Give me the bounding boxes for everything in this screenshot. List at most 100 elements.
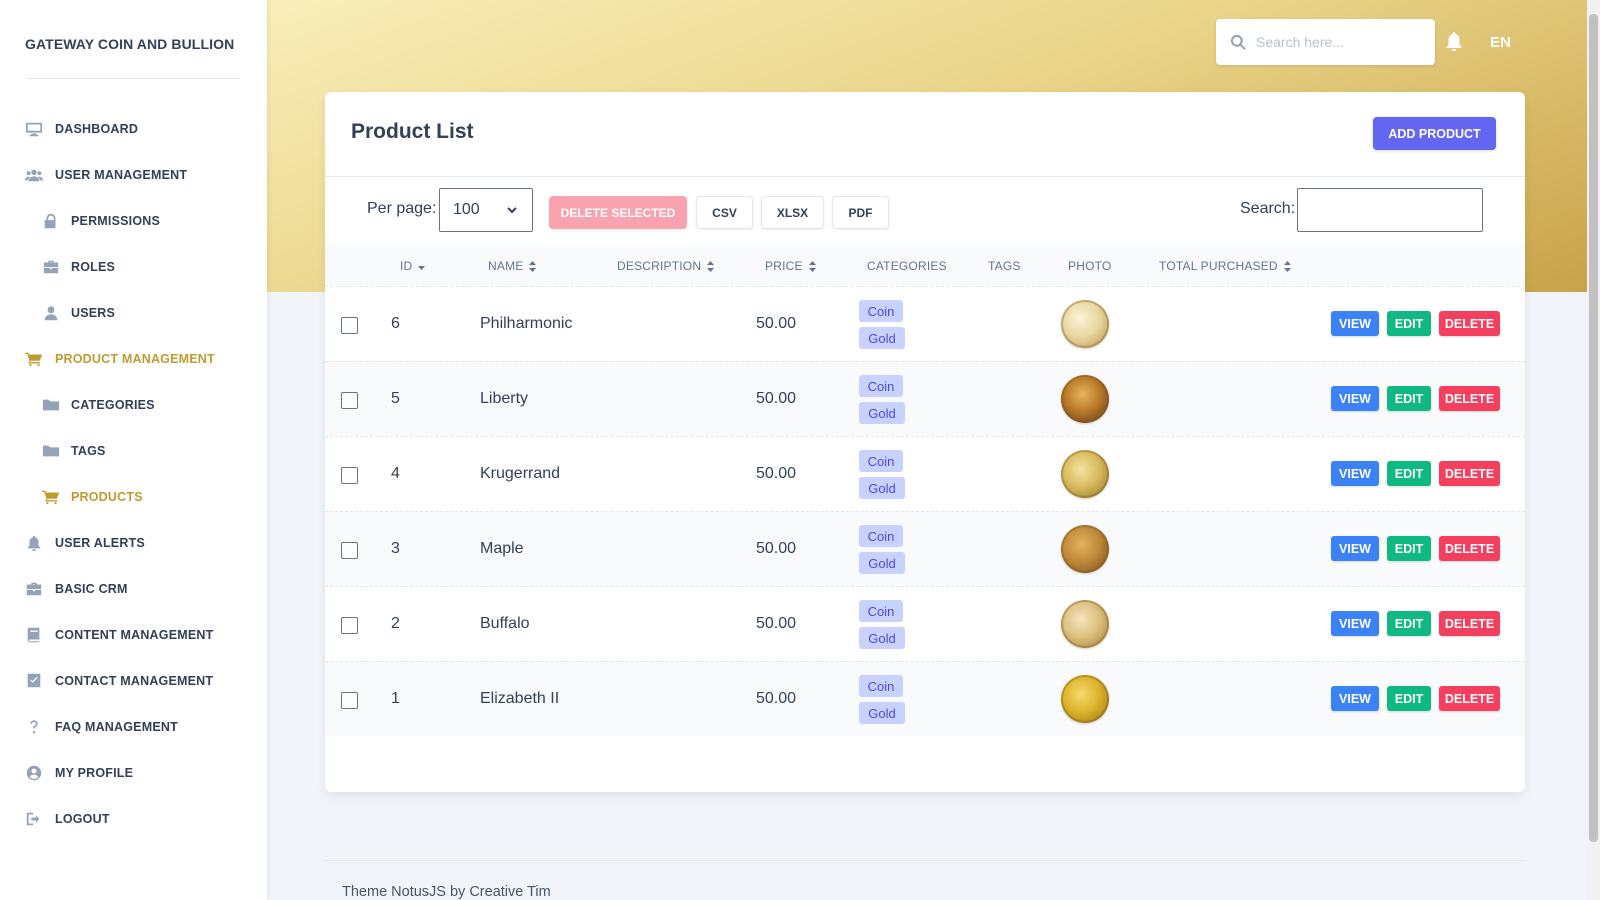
sidebar-item-label: USER MANAGEMENT — [55, 168, 188, 182]
category-badge: Coin — [859, 525, 903, 547]
sidebar-item-users[interactable]: USERS — [0, 290, 267, 336]
row-name: Liberty — [480, 390, 529, 407]
edit-button[interactable]: EDIT — [1387, 461, 1431, 486]
global-search-input[interactable] — [1256, 34, 1416, 50]
delete-button[interactable]: DELETE — [1439, 311, 1500, 336]
brand-title[interactable]: GATEWAY COIN AND BULLION — [25, 36, 234, 52]
row-checkbox[interactable] — [341, 317, 358, 334]
product-photo — [1061, 375, 1109, 423]
sidebar-item-label: CONTACT MANAGEMENT — [55, 674, 214, 688]
delete-selected-button[interactable]: DELETE SELECTED — [549, 196, 687, 229]
row-checkbox[interactable] — [341, 542, 358, 559]
delete-button[interactable]: DELETE — [1439, 461, 1500, 486]
edit-button[interactable]: EDIT — [1387, 311, 1431, 336]
row-price: 50.00 — [756, 615, 797, 632]
column-header-photo: PHOTO — [1068, 259, 1112, 273]
user-icon — [42, 304, 64, 322]
user-circle-icon — [25, 764, 47, 782]
sidebar-item-permissions[interactable]: PERMISSIONS — [0, 198, 267, 244]
view-button[interactable]: VIEW — [1331, 611, 1379, 636]
table-row: 1 Elizabeth II 50.00 Coin Gold VIEW EDIT… — [325, 661, 1525, 736]
delete-button[interactable]: DELETE — [1439, 611, 1500, 636]
global-search[interactable] — [1216, 19, 1435, 65]
product-photo — [1061, 450, 1109, 498]
folder-icon — [42, 442, 64, 460]
product-photo — [1061, 300, 1109, 348]
sidebar-item-label: CONTENT MANAGEMENT — [55, 628, 214, 642]
edit-button[interactable]: EDIT — [1387, 686, 1431, 711]
view-button[interactable]: VIEW — [1331, 686, 1379, 711]
delete-button[interactable]: DELETE — [1439, 386, 1500, 411]
delete-button[interactable]: DELETE — [1439, 686, 1500, 711]
briefcase-icon — [42, 258, 64, 276]
table-header: ID NAME DESCRIPTION PRICE CATEGORIES TAG… — [325, 244, 1525, 286]
table-search-input[interactable] — [1297, 188, 1483, 232]
sidebar-item-tags[interactable]: TAGS — [0, 428, 267, 474]
book-icon — [25, 626, 47, 644]
row-id: 2 — [391, 615, 400, 632]
category-badge: Coin — [859, 675, 903, 697]
sidebar-item-products[interactable]: PRODUCTS — [0, 474, 267, 520]
export-csv-button[interactable]: CSV — [696, 196, 753, 229]
view-button[interactable]: VIEW — [1331, 536, 1379, 561]
sidebar-item-label: DASHBOARD — [55, 122, 139, 136]
category-badge: Coin — [859, 375, 903, 397]
notifications-bell-icon[interactable] — [1445, 32, 1463, 52]
edit-button[interactable]: EDIT — [1387, 536, 1431, 561]
sidebar-item-content-management[interactable]: CONTENT MANAGEMENT — [0, 612, 267, 658]
export-xlsx-button[interactable]: XLSX — [761, 196, 824, 229]
sidebar-item-logout[interactable]: LOGOUT — [0, 796, 267, 842]
folder-icon — [42, 396, 64, 414]
sidebar-item-user-alerts[interactable]: USER ALERTS — [0, 520, 267, 566]
column-header-id[interactable]: ID — [400, 259, 426, 273]
sidebar-item-categories[interactable]: CATEGORIES — [0, 382, 267, 428]
category-badge: Gold — [859, 627, 905, 649]
search-icon — [1230, 34, 1246, 50]
add-product-button[interactable]: ADD PRODUCT — [1373, 117, 1496, 150]
category-badge: Coin — [859, 300, 903, 322]
row-name: Elizabeth II — [480, 690, 560, 707]
sidebar-item-label: ROLES — [71, 260, 116, 274]
sidebar-item-faq-management[interactable]: FAQ MANAGEMENT — [0, 704, 267, 750]
edit-button[interactable]: EDIT — [1387, 611, 1431, 636]
sidebar-item-product-management[interactable]: PRODUCT MANAGEMENT — [0, 336, 267, 382]
sidebar-item-label: PRODUCT MANAGEMENT — [55, 352, 215, 366]
view-button[interactable]: VIEW — [1331, 311, 1379, 336]
row-checkbox[interactable] — [341, 617, 358, 634]
sidebar-item-dashboard[interactable]: DASHBOARD — [0, 106, 267, 152]
row-checkbox[interactable] — [341, 467, 358, 484]
category-badge: Coin — [859, 450, 903, 472]
view-button[interactable]: VIEW — [1331, 386, 1379, 411]
category-badge: Gold — [859, 702, 905, 724]
column-header-price[interactable]: PRICE — [765, 259, 816, 273]
table-search-label: Search: — [1240, 200, 1296, 217]
per-page-select[interactable]: 100 — [439, 188, 533, 232]
row-price: 50.00 — [756, 465, 797, 482]
language-switcher[interactable]: EN — [1490, 34, 1511, 51]
sidebar-item-user-management[interactable]: USER MANAGEMENT — [0, 152, 267, 198]
row-checkbox[interactable] — [341, 392, 358, 409]
row-id: 3 — [391, 540, 400, 557]
sidebar-item-basic-crm[interactable]: BASIC CRM — [0, 566, 267, 612]
per-page-label: Per page: — [367, 200, 437, 217]
row-id: 6 — [391, 315, 400, 332]
sidebar-item-my-profile[interactable]: MY PROFILE — [0, 750, 267, 796]
row-checkbox[interactable] — [341, 692, 358, 709]
edit-button[interactable]: EDIT — [1387, 386, 1431, 411]
sidebar-item-label: BASIC CRM — [55, 582, 128, 596]
sort-icon — [808, 260, 816, 272]
footer-credit[interactable]: Theme NotusJS by Creative Tim — [342, 884, 551, 900]
sidebar-item-roles[interactable]: ROLES — [0, 244, 267, 290]
column-header-total-purchased[interactable]: TOTAL PURCHASED — [1159, 259, 1291, 273]
column-header-description[interactable]: DESCRIPTION — [617, 259, 715, 273]
scrollbar-thumb[interactable] — [1589, 14, 1598, 842]
export-pdf-button[interactable]: PDF — [832, 196, 889, 229]
category-badge: Gold — [859, 552, 905, 574]
check-square-icon — [25, 672, 47, 690]
page-scrollbar[interactable] — [1587, 0, 1600, 900]
sort-icon — [1283, 260, 1291, 272]
delete-button[interactable]: DELETE — [1439, 536, 1500, 561]
sidebar-item-contact-management[interactable]: CONTACT MANAGEMENT — [0, 658, 267, 704]
view-button[interactable]: VIEW — [1331, 461, 1379, 486]
column-header-name[interactable]: NAME — [488, 259, 537, 273]
